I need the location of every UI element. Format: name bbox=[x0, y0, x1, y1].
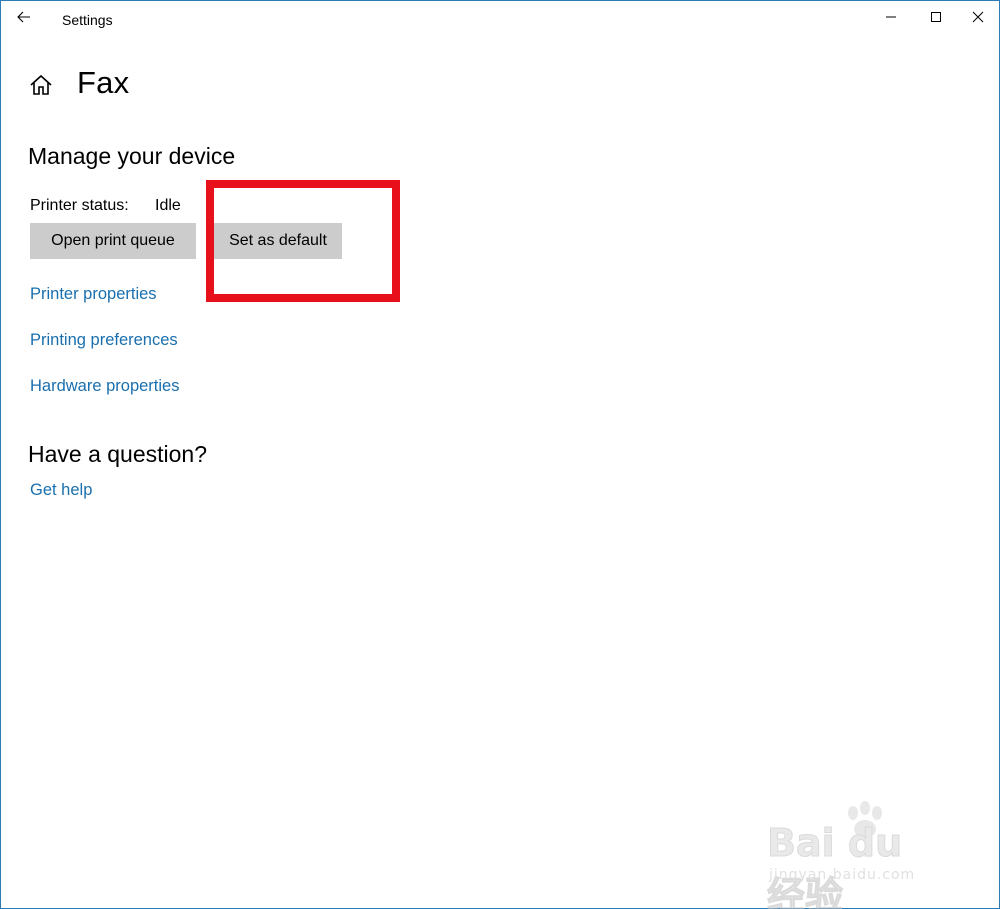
set-as-default-button[interactable]: Set as default bbox=[214, 223, 342, 259]
home-icon[interactable] bbox=[28, 73, 54, 97]
printer-status-label: Printer status: bbox=[30, 197, 129, 214]
manage-device-heading: Manage your device bbox=[28, 143, 236, 169]
window-title: Settings bbox=[62, 12, 113, 28]
hardware-properties-link[interactable]: Hardware properties bbox=[30, 377, 179, 396]
open-print-queue-button[interactable]: Open print queue bbox=[30, 223, 196, 259]
minimize-icon bbox=[886, 16, 896, 18]
maximize-button[interactable] bbox=[914, 1, 958, 33]
watermark-text: Bai du 经验 bbox=[767, 821, 903, 909]
printing-preferences-link[interactable]: Printing preferences bbox=[30, 331, 178, 350]
baidu-watermark: Bai du 经验 jingyan.baidu.com bbox=[767, 801, 947, 909]
printer-status-value: Idle bbox=[155, 197, 181, 214]
settings-window: Settings Fax Manage your device Printer … bbox=[0, 0, 1000, 909]
back-arrow-icon bbox=[17, 11, 30, 23]
printer-properties-link[interactable]: Printer properties bbox=[30, 285, 157, 304]
back-button[interactable] bbox=[7, 3, 41, 31]
maximize-icon bbox=[931, 12, 941, 22]
close-button[interactable] bbox=[956, 1, 1000, 33]
close-icon bbox=[972, 11, 984, 23]
page-title: Fax bbox=[77, 65, 130, 100]
get-help-link[interactable]: Get help bbox=[30, 481, 92, 500]
watermark-url: jingyan.baidu.com bbox=[769, 867, 916, 883]
have-a-question-heading: Have a question? bbox=[28, 441, 208, 467]
title-bar: Settings bbox=[1, 1, 999, 37]
minimize-button[interactable] bbox=[869, 1, 913, 33]
